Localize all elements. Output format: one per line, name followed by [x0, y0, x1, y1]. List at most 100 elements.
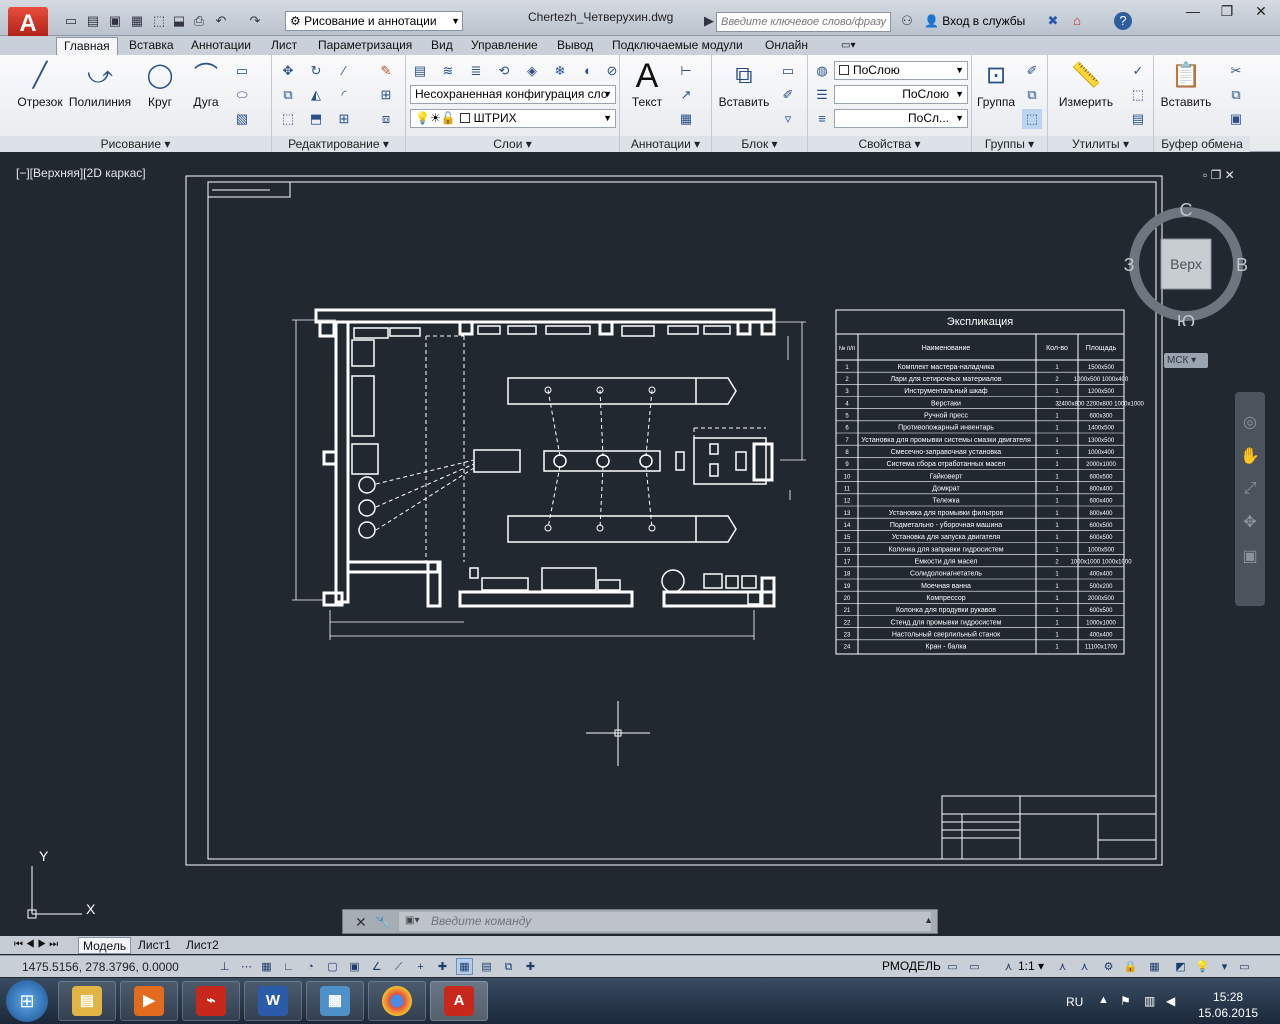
annotation-scale[interactable]: 1:1 ▾	[1018, 959, 1044, 973]
quick-view-drawings-icon[interactable]: ▭	[966, 958, 983, 975]
layer-off-icon[interactable]: ◐	[578, 61, 598, 81]
stretch-icon[interactable]: ⬚	[278, 109, 298, 129]
transparency-icon[interactable]: ▦	[456, 958, 473, 975]
layer-dropdown[interactable]: 💡☀🔓 ШТРИХ ▼	[410, 109, 616, 128]
exchange-icon[interactable]: ✖	[1044, 12, 1062, 30]
steering-wheel-icon[interactable]: ◎	[1235, 412, 1265, 432]
properties-panel-title[interactable]: Свойства ▾	[808, 136, 971, 152]
tab-annotate[interactable]: Аннотации	[184, 37, 258, 55]
lock-ui-icon[interactable]: 🔒	[1122, 958, 1139, 975]
close-command-icon[interactable]: ✕	[355, 914, 367, 931]
open-icon[interactable]: ▤	[84, 12, 102, 30]
ducs-icon[interactable]: ⟋	[390, 958, 407, 975]
dyn-icon[interactable]: +	[412, 958, 429, 975]
paste-button[interactable]: 📋 Вставить	[1158, 59, 1214, 109]
match-icon[interactable]: ▣	[1226, 109, 1246, 129]
redo-icon[interactable]: ↷	[246, 12, 264, 30]
quick-view-layouts-icon[interactable]: ▭	[944, 958, 961, 975]
tab-output[interactable]: Вывод	[550, 37, 600, 55]
pan-icon[interactable]: ✋	[1235, 446, 1265, 466]
tab-insert[interactable]: Вставка	[122, 37, 181, 55]
select-all-icon[interactable]: ⬚	[1128, 85, 1148, 105]
group-edit-icon[interactable]: ⧉	[1022, 85, 1042, 105]
binoculars-icon[interactable]: ⚇	[898, 12, 916, 30]
cut-icon[interactable]: ✂	[1226, 61, 1246, 81]
save-as-icon[interactable]: ▦	[128, 12, 146, 30]
taskbar-chrome[interactable]	[368, 981, 426, 1021]
create-block-icon[interactable]: ▭	[778, 61, 798, 81]
3d-osnap-icon[interactable]: ▣	[346, 958, 363, 975]
edit-block-icon[interactable]: ✐	[778, 85, 798, 105]
polyline-button[interactable]: ⤻ Полилиния	[66, 59, 134, 109]
print-icon[interactable]: ⎙	[190, 12, 208, 30]
taskbar-word[interactable]: W	[244, 981, 302, 1021]
layer-isolate-icon[interactable]: ◈	[522, 61, 542, 81]
language-indicator[interactable]: RU	[1066, 995, 1083, 1009]
group-button[interactable]: ⊡ Группа	[974, 59, 1018, 109]
search-input[interactable]: Введите ключевое слово/фразу	[716, 12, 891, 32]
copy-clip-icon[interactable]: ⧉	[1226, 85, 1246, 105]
clean-screen-icon[interactable]: ▭	[1236, 958, 1253, 975]
ribbon-minimize-toggle[interactable]: ▭▾	[834, 37, 862, 55]
match-properties-icon[interactable]: ◍	[812, 61, 832, 81]
isolate-objects-icon[interactable]: ◩	[1172, 958, 1189, 975]
layer-properties-icon[interactable]: ▤	[410, 61, 430, 81]
block-attributes-icon[interactable]: ▿	[778, 109, 798, 129]
tab-sheet2[interactable]: Лист2	[182, 937, 223, 954]
circle-button[interactable]: ◯ Круг	[140, 59, 180, 109]
taskbar-pdf[interactable]: ⌁	[182, 981, 240, 1021]
snap-icon[interactable]: ⋯	[238, 958, 255, 975]
help-icon[interactable]: ?	[1114, 12, 1132, 30]
undo-icon[interactable]: ↶	[212, 12, 230, 30]
modify-panel-title[interactable]: Редактирование ▾	[272, 136, 405, 152]
calculator-icon[interactable]: ▤	[1128, 109, 1148, 129]
layer-state-dropdown[interactable]: Несохраненная конфигурация сло ▼	[410, 85, 616, 104]
lineweight-dropdown[interactable]: ПоСлою ▼	[834, 85, 968, 104]
drawing-canvas[interactable]: Экспликация № п/п Наименование Кол-во Пл…	[0, 160, 1230, 880]
rotate-icon[interactable]: ↻	[306, 61, 326, 81]
tab-manage[interactable]: Управление	[464, 37, 545, 55]
close-button[interactable]: ✕	[1244, 0, 1278, 24]
linetype-icon[interactable]: ≡	[812, 109, 832, 129]
move-icon[interactable]: ✥	[278, 61, 298, 81]
trim-icon[interactable]: ⁄	[334, 61, 354, 81]
layer-freeze-icon[interactable]: ❄	[550, 61, 570, 81]
model-space-toggle[interactable]: РМОДЕЛЬ	[882, 959, 941, 973]
grid-icon[interactable]: ▦	[258, 958, 275, 975]
command-history-icon[interactable]: ▲	[924, 915, 933, 925]
workspace-switch-icon[interactable]: ⚙	[1100, 958, 1117, 975]
viewcube[interactable]: Верх С Ю З В	[1124, 202, 1248, 326]
restore-button[interactable]: ❐	[1210, 0, 1244, 24]
layers-panel-title[interactable]: Слои ▾	[406, 136, 619, 152]
taskbar-autocad[interactable]: A	[430, 981, 488, 1021]
new-icon[interactable]: ▭	[62, 12, 80, 30]
coordinates-readout[interactable]: 1475.5156, 278.3796, 0.0000	[22, 960, 179, 974]
draw-panel-title[interactable]: Рисование ▾	[0, 136, 271, 152]
hatch-icon[interactable]: ▧	[232, 109, 252, 129]
ortho-icon[interactable]: ∟	[280, 958, 297, 975]
clipboard-panel-title[interactable]: Буфер обмена	[1154, 136, 1250, 152]
orbit-icon[interactable]: ✥	[1235, 512, 1265, 532]
volume-icon[interactable]: ◀	[1166, 994, 1175, 1008]
minimize-button[interactable]: —	[1176, 0, 1210, 24]
autodesk-apps-icon[interactable]: ⌂	[1068, 12, 1086, 30]
network-icon[interactable]: ▥	[1144, 994, 1155, 1008]
tab-online[interactable]: Онлайн	[758, 37, 815, 55]
offset-icon[interactable]: ⧈	[376, 109, 396, 129]
flag-icon[interactable]: ⚑	[1120, 994, 1131, 1008]
linetype-dropdown[interactable]: ПоСл... ▼	[834, 109, 968, 128]
layer-previous-icon[interactable]: ⟲	[494, 61, 514, 81]
tray-arrow-icon[interactable]: ▲	[1098, 994, 1109, 1006]
utilities-panel-title[interactable]: Утилиты ▾	[1048, 136, 1153, 152]
color-dropdown[interactable]: ПоСлою ▼	[834, 61, 968, 80]
zoom-extents-icon[interactable]: ⤢	[1235, 480, 1265, 498]
fillet-icon[interactable]: ◜	[334, 85, 354, 105]
clock[interactable]: 15:28 15.06.2015	[1198, 989, 1258, 1021]
tab-parametric[interactable]: Параметризация	[311, 37, 419, 55]
tab-home[interactable]: Главная	[56, 37, 118, 55]
annotation-panel-title[interactable]: Аннотации ▾	[620, 136, 711, 152]
line-button[interactable]: ╱ Отрезок	[14, 59, 66, 109]
layer-match-icon[interactable]: ≣	[466, 61, 486, 81]
array-icon[interactable]: ⊞	[334, 109, 354, 129]
start-button[interactable]: ⊞	[6, 980, 48, 1022]
